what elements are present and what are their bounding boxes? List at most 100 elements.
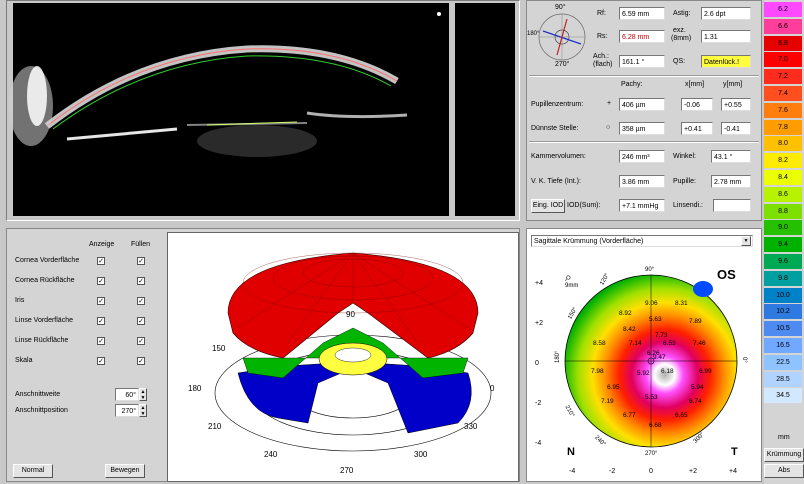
curvature-value: 7.14 [629, 340, 642, 347]
thin-y-field[interactable]: -0.41 [721, 122, 751, 135]
scheimpflug-image[interactable] [7, 1, 519, 220]
curvature-value: 6.65 [675, 412, 688, 419]
layer-show-checkbox[interactable]: ✓ [97, 317, 105, 325]
angle-label-150: 150 [212, 344, 226, 353]
separator [529, 141, 759, 143]
scale-step: 9.8 [764, 270, 802, 286]
exz-field[interactable]: 1.31 [701, 30, 751, 43]
zoom-icon: ⌕ [565, 270, 572, 284]
curvature-value: 6.99 [699, 368, 712, 375]
layer-label: Iris [15, 297, 25, 304]
rf-field[interactable]: 6.59 mm [619, 7, 665, 20]
layer-fill-checkbox[interactable]: ✓ [137, 337, 145, 345]
cut-width-label: Anschnittweite [15, 391, 61, 398]
x-axis-tick: +2 [689, 468, 697, 475]
layer-fill-checkbox[interactable]: ✓ [137, 277, 145, 285]
scale-step: 8.4 [764, 170, 802, 185]
angle-label-180: 180 [188, 384, 202, 393]
qs-label: QS: [673, 58, 686, 65]
angle-label: Winkel: [673, 153, 696, 160]
pupil-diameter-label: Pupille: [673, 178, 696, 185]
thin-pachy-field[interactable]: 358 µm [619, 122, 665, 135]
scale-unit-label: mm [778, 434, 790, 441]
scale-step: 7.0 [764, 52, 802, 68]
angle-0-label: 0° [741, 357, 747, 363]
scale-step: 8.6 [764, 186, 802, 202]
layer-show-checkbox[interactable]: ✓ [97, 357, 105, 365]
layer-label: Cornea Vorderfläche [15, 257, 80, 264]
iod-input-button[interactable]: Eing. IOD [531, 199, 565, 213]
ach-label: Ach.: [593, 53, 609, 60]
color-scale: 6.2 6.6 6.8 7.0 7.2 7.4 7.6 7.8 8.0 8.2 8.4 8.6 8.8 9… [764, 0, 804, 484]
scale-step: 9.4 [764, 237, 802, 253]
scale-step: 6.6 [764, 18, 802, 34]
lens-thickness-field[interactable] [713, 199, 751, 212]
curvature-value: 8.31 [675, 300, 688, 307]
pupil-diameter-field[interactable]: 2.78 mm [711, 175, 751, 188]
qs-field[interactable]: Datenlück.! [701, 55, 751, 68]
layer-show-checkbox[interactable]: ✓ [97, 337, 105, 345]
astig-label: Astig: [673, 10, 691, 17]
curvature-value: 7.89 [689, 318, 702, 325]
layer-show-checkbox[interactable]: ✓ [97, 257, 105, 265]
layer-show-checkbox[interactable]: ✓ [97, 297, 105, 305]
thin-x-field[interactable]: +0.41 [681, 122, 713, 135]
layer-label: Skala [15, 357, 33, 364]
cut-position-spinner[interactable]: ▲ ▼ [139, 404, 147, 417]
angle-270-label: 270° [645, 451, 658, 457]
angle-90-label: 90° [645, 267, 655, 273]
curvature-value: 9.47 [653, 354, 666, 361]
move-button[interactable]: Bewegen [105, 464, 145, 478]
layer-fill-checkbox[interactable]: ✓ [137, 317, 145, 325]
layer-show-checkbox[interactable]: ✓ [97, 277, 105, 285]
pupil-y-field[interactable]: +0.55 [721, 98, 751, 111]
curvature-value: 6.18 [661, 368, 674, 375]
chamber-volume-field[interactable]: 246 mm³ [619, 150, 665, 163]
temporal-label: T [731, 446, 738, 458]
chamber-volume-label: Kammervolumen: [531, 153, 586, 160]
curvature-value: 8.92 [619, 310, 632, 317]
rf-label: Rf: [597, 10, 606, 17]
chevron-down-icon[interactable]: ▼ [741, 236, 751, 246]
cut-position-label: Anschnittposition [15, 407, 68, 414]
y-axis-tick: +4 [535, 280, 543, 287]
scale-step: 8.2 [764, 153, 802, 169]
curvature-value: 6.53 [663, 340, 676, 347]
map-type-dropdown[interactable]: Sagittale Krümmung (Vorderfläche) [531, 235, 753, 247]
chamber-depth-field[interactable]: 3.86 mm [619, 175, 665, 188]
angle-field[interactable]: 43.1 ° [711, 150, 751, 163]
pupil-x-field[interactable]: -0.06 [681, 98, 713, 111]
absolute-scale-button[interactable]: Abs [764, 464, 804, 478]
rs-field[interactable]: 6.28 mm [619, 30, 665, 43]
normal-view-button[interactable]: Normal [13, 464, 53, 478]
iod-label: IOD(Sum): [567, 202, 601, 209]
pupil-pachy-field[interactable]: 406 µm [619, 98, 665, 111]
layer-fill-checkbox[interactable]: ✓ [137, 297, 145, 305]
ach-sub-label: (flach) [593, 61, 613, 68]
layer-fill-checkbox[interactable]: ✓ [137, 357, 145, 365]
x-axis-tick: -2 [609, 468, 615, 475]
anterior-segment-3d-model[interactable]: 90 150 180 0 210 330 240 300 270 [167, 232, 519, 482]
x-axis-tick: +4 [729, 468, 737, 475]
parameter-panel: 90° 180° 270° Rf: 6.59 mm Astig: 2.6 dpt… [526, 0, 762, 221]
model-3d-panel: Anzeige Füllen Cornea Vorderfläche ✓ ✓ Corn… [6, 228, 520, 482]
curvature-map[interactable]: ⌕ 9mm OS N T 90° 120° 150° 180° 0° 210° … [527, 249, 763, 481]
x-axis-tick: -4 [569, 468, 575, 475]
angle-210-label: 210° [564, 405, 576, 419]
scale-step: 16.5 [764, 338, 802, 353]
cut-position-field[interactable]: 270° [115, 404, 139, 417]
compass-180-label: 180° [527, 31, 540, 37]
nasal-label: N [567, 446, 575, 458]
scale-step: 6.8 [764, 35, 802, 51]
cut-width-field[interactable]: 60° [115, 388, 139, 401]
astig-field[interactable]: 2.6 dpt [701, 7, 751, 20]
iod-field[interactable]: +7.1 mmHg [619, 199, 665, 212]
cut-width-spinner[interactable]: ▲ ▼ [139, 388, 147, 401]
curvature-mode-button[interactable]: Krümmung [764, 448, 804, 462]
show-column-header: Anzeige [89, 241, 115, 248]
scale-step: 7.4 [764, 86, 802, 101]
layer-fill-checkbox[interactable]: ✓ [137, 257, 145, 265]
curvature-value: 5.63 [649, 316, 662, 323]
rs-label: Rs: [597, 33, 608, 40]
ach-field[interactable]: 161.1 ° [619, 55, 665, 68]
